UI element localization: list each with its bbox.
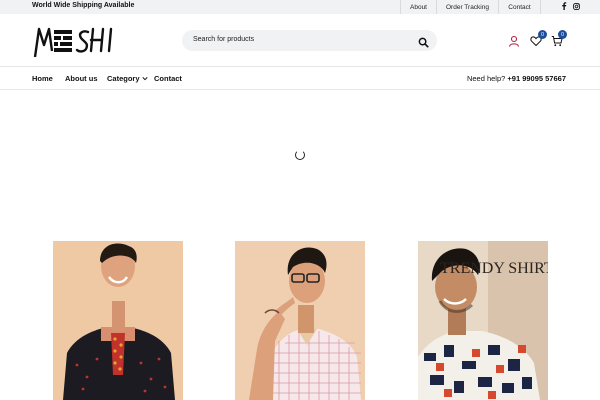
- help-phone[interactable]: +91 99095 57667: [507, 74, 566, 83]
- banner-text: TRENDY SHIRTS: [440, 260, 548, 277]
- search-bar[interactable]: Search for products: [182, 30, 437, 51]
- loading-spinner: [295, 150, 305, 160]
- top-link-order-tracking[interactable]: Order Tracking: [436, 0, 498, 14]
- site-header: Search for products 0 0: [0, 14, 600, 67]
- search-icon[interactable]: [418, 35, 429, 48]
- cart-count-badge: 0: [558, 30, 567, 39]
- instagram-icon[interactable]: [573, 2, 580, 12]
- product-image-kurta[interactable]: [53, 241, 183, 400]
- chevron-down-icon: [142, 74, 148, 83]
- nav-item-about-us[interactable]: About us: [65, 74, 98, 83]
- product-image-check-shirt[interactable]: [235, 241, 365, 400]
- nav-item-contact[interactable]: Contact: [154, 74, 182, 83]
- shipping-notice: World Wide Shipping Available: [32, 2, 135, 9]
- search-input[interactable]: Search for products: [193, 36, 254, 43]
- help-label: Need help?: [466, 74, 508, 83]
- account-icon[interactable]: [508, 34, 520, 47]
- help-line: Need help? +91 99095 57667: [467, 74, 566, 83]
- top-link-about[interactable]: About: [400, 0, 436, 14]
- top-links: About Order Tracking Contact: [400, 0, 600, 14]
- social-links: [540, 0, 600, 14]
- main-nav: Home About us Category Contact Need help…: [0, 67, 600, 90]
- nav-item-category[interactable]: Category: [107, 74, 148, 83]
- nav-item-home[interactable]: Home: [32, 74, 53, 83]
- top-link-contact[interactable]: Contact: [498, 0, 540, 14]
- wishlist-count-badge: 0: [538, 30, 547, 39]
- facebook-icon[interactable]: [561, 2, 567, 12]
- product-image-trendy-shirts[interactable]: TRENDY SHIRTS: [418, 241, 548, 400]
- top-bar: World Wide Shipping Available About Orde…: [0, 0, 600, 14]
- brand-logo[interactable]: [33, 21, 119, 61]
- nav-item-category-label: Category: [107, 74, 140, 83]
